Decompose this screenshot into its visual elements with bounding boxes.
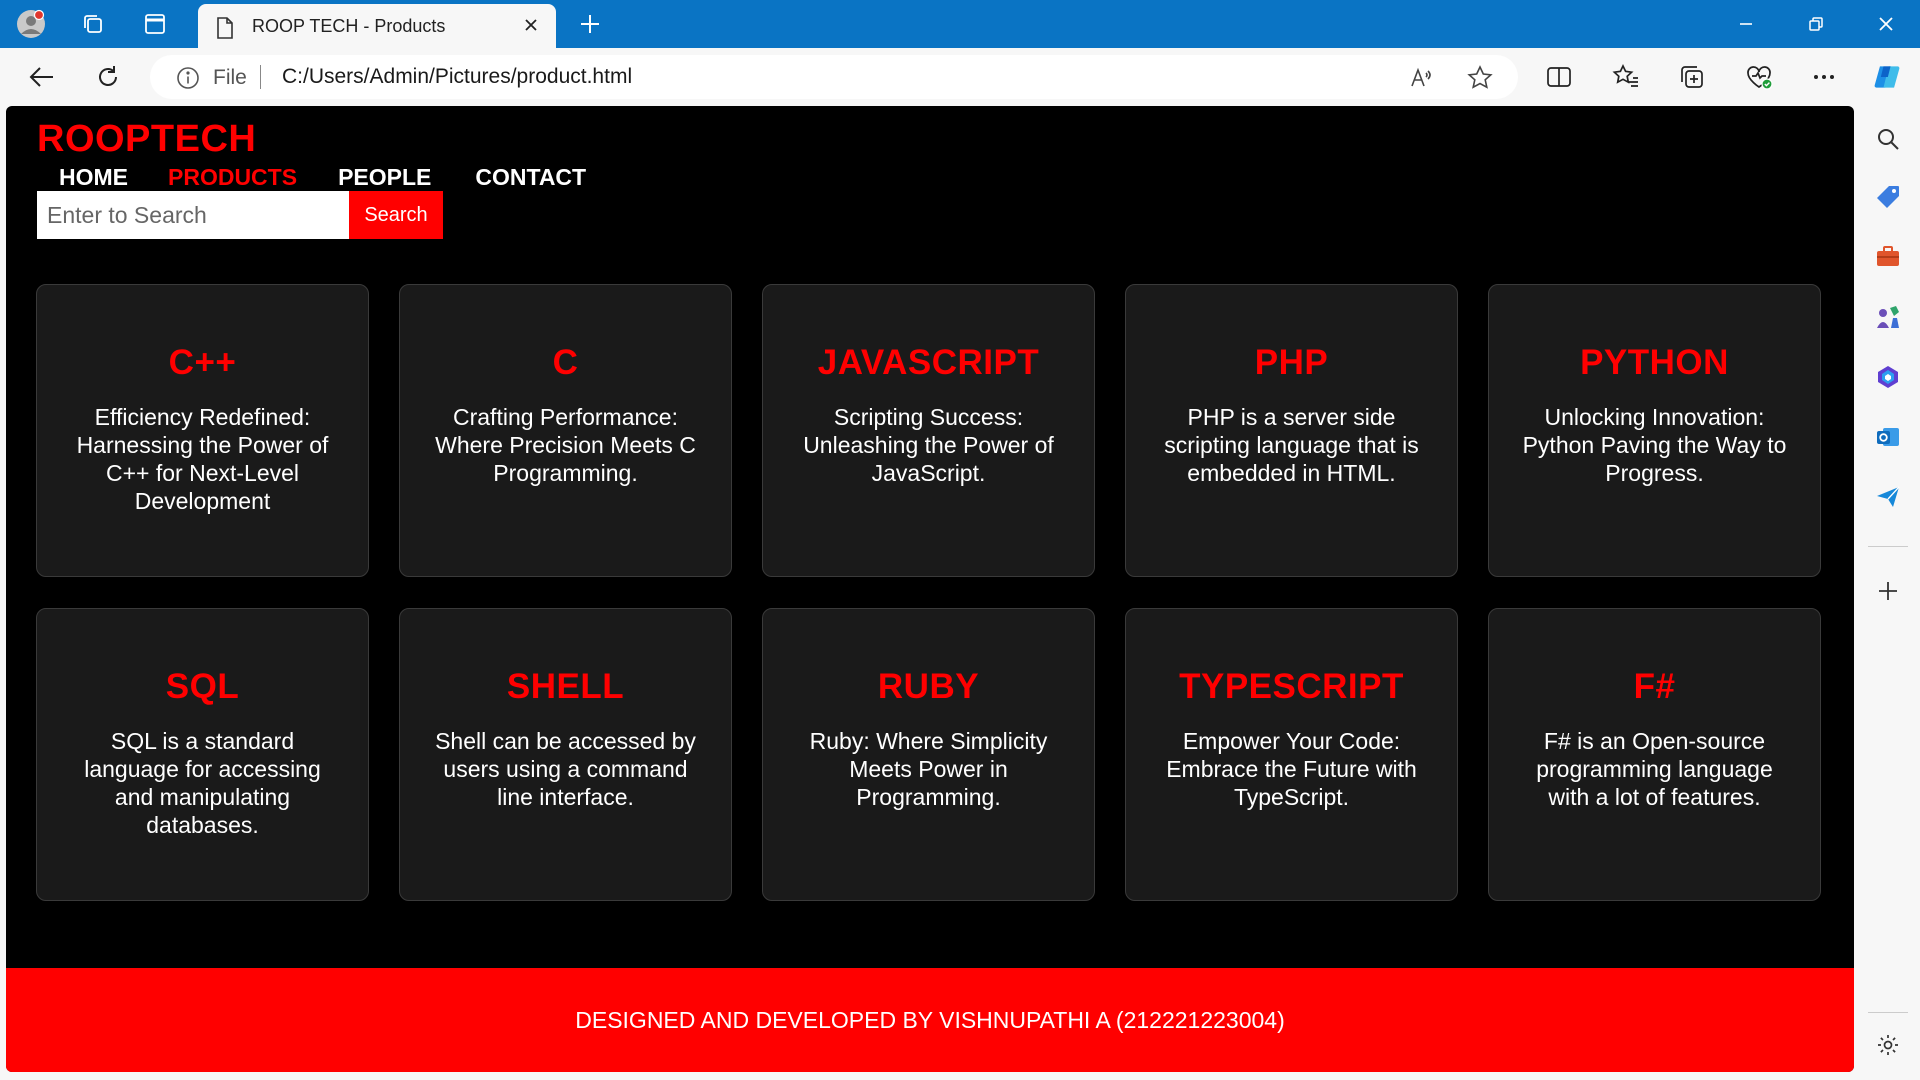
nav-contact[interactable]: CONTACT	[475, 164, 586, 191]
site-footer: DESIGNED AND DEVELOPED BY VISHNUPATHI A …	[6, 968, 1854, 1072]
workspaces-icon[interactable]	[78, 9, 108, 39]
add-icon[interactable]	[1873, 576, 1903, 606]
product-card[interactable]: PYTHON Unlocking Innovation: Python Pavi…	[1488, 284, 1821, 577]
product-title: C++	[168, 343, 237, 382]
read-aloud-icon[interactable]	[1408, 65, 1434, 91]
document-icon	[216, 17, 234, 44]
main-nav: HOME PRODUCTS PEOPLE CONTACT	[59, 164, 586, 191]
active-tab[interactable]: ROOP TECH - Products	[198, 4, 556, 48]
product-grid: C++ Efficiency Redefined: Harnessing the…	[36, 284, 1821, 901]
vertical-tabs-icon[interactable]	[140, 9, 170, 39]
product-description: Ruby: Where Simplicity Meets Power in Pr…	[809, 728, 1048, 810]
profile-avatar-icon[interactable]	[16, 9, 46, 39]
favorite-star-icon[interactable]	[1467, 65, 1493, 91]
settings-gear-icon[interactable]	[1873, 1030, 1903, 1060]
restore-icon[interactable]	[1801, 9, 1831, 39]
search-form: Search	[37, 191, 443, 239]
tab-title: ROOP TECH - Products	[252, 16, 446, 36]
microsoft-365-icon[interactable]	[1873, 362, 1903, 392]
search-input[interactable]	[37, 191, 349, 239]
send-icon[interactable]	[1873, 482, 1903, 512]
product-description: PHP is a server side scripting language …	[1164, 404, 1419, 486]
product-description: Efficiency Redefined: Harnessing the Pow…	[76, 404, 329, 514]
split-screen-icon[interactable]	[1544, 62, 1574, 92]
product-title: JAVASCRIPT	[817, 343, 1040, 382]
product-description: SQL is a standard language for accessing…	[84, 728, 321, 838]
address-toolbar: File C:/Users/Admin/Pictures/product.htm…	[0, 48, 1920, 106]
collections-icon[interactable]	[1677, 62, 1707, 92]
info-icon[interactable]	[176, 66, 200, 95]
product-description: Shell can be accessed by users using a c…	[435, 728, 696, 810]
nav-products[interactable]: PRODUCTS	[168, 164, 297, 191]
product-description: Unlocking Innovation: Python Paving the …	[1522, 404, 1787, 486]
product-card[interactable]: RUBY Ruby: Where Simplicity Meets Power …	[762, 608, 1095, 901]
product-title: SHELL	[506, 667, 625, 706]
footer-credit: DESIGNED AND DEVELOPED BY VISHNUPATHI A …	[575, 1006, 1285, 1033]
product-card[interactable]: PHP PHP is a server side scripting langu…	[1125, 284, 1458, 577]
product-description: F# is an Open-source programming languag…	[1536, 728, 1773, 810]
close-tab-icon[interactable]	[520, 14, 542, 36]
browser-sidebar	[1856, 106, 1920, 1080]
search-icon[interactable]	[1873, 124, 1903, 154]
product-title: F#	[1633, 667, 1676, 706]
product-title: C	[552, 343, 579, 382]
new-tab-icon[interactable]	[574, 8, 606, 40]
games-icon[interactable]	[1873, 302, 1903, 332]
product-description: Crafting Performance: Where Precision Me…	[435, 404, 696, 486]
sidebar-divider	[1868, 1012, 1908, 1013]
site-brand[interactable]: ROOPTECH	[37, 118, 256, 161]
product-title: SQL	[165, 667, 240, 706]
address-bar[interactable]: File C:/Users/Admin/Pictures/product.htm…	[150, 55, 1518, 99]
refresh-icon[interactable]	[91, 60, 125, 94]
product-card[interactable]: JAVASCRIPT Scripting Success: Unleashing…	[762, 284, 1095, 577]
address-separator	[260, 65, 261, 89]
minimize-icon[interactable]	[1731, 9, 1761, 39]
product-card[interactable]: SQL SQL is a standard language for acces…	[36, 608, 369, 901]
tools-briefcase-icon[interactable]	[1873, 242, 1903, 272]
address-url[interactable]: C:/Users/Admin/Pictures/product.html	[282, 65, 632, 89]
page-viewport: ROOPTECH HOME PRODUCTS PEOPLE CONTACT Se…	[6, 106, 1854, 1072]
copilot-icon[interactable]	[1872, 62, 1902, 92]
more-menu-icon[interactable]	[1809, 62, 1839, 92]
nav-people[interactable]: PEOPLE	[338, 164, 431, 191]
product-description: Scripting Success: Unleashing the Power …	[803, 404, 1054, 486]
nav-home[interactable]: HOME	[59, 164, 128, 191]
outlook-icon[interactable]	[1873, 422, 1903, 452]
back-arrow-icon[interactable]	[25, 60, 59, 94]
product-title: RUBY	[877, 667, 980, 706]
close-window-icon[interactable]	[1871, 9, 1901, 39]
product-card[interactable]: TYPESCRIPT Empower Your Code: Embrace th…	[1125, 608, 1458, 901]
sidebar-divider	[1868, 546, 1908, 547]
address-scheme: File	[213, 66, 247, 89]
product-card[interactable]: C Crafting Performance: Where Precision …	[399, 284, 732, 577]
product-card[interactable]: C++ Efficiency Redefined: Harnessing the…	[36, 284, 369, 577]
product-description: Empower Your Code: Embrace the Future wi…	[1166, 728, 1417, 810]
product-card[interactable]: SHELL Shell can be accessed by users usi…	[399, 608, 732, 901]
search-button[interactable]: Search	[349, 191, 443, 239]
browser-essentials-icon[interactable]	[1744, 62, 1774, 92]
favorites-icon[interactable]	[1611, 62, 1641, 92]
browser-tab-bar: ROOP TECH - Products	[0, 0, 1920, 48]
product-title: PHP	[1254, 343, 1329, 382]
shopping-tag-icon[interactable]	[1873, 182, 1903, 212]
product-card[interactable]: F# F# is an Open-source programming lang…	[1488, 608, 1821, 901]
product-title: PYTHON	[1580, 343, 1729, 382]
product-title: TYPESCRIPT	[1179, 667, 1404, 706]
